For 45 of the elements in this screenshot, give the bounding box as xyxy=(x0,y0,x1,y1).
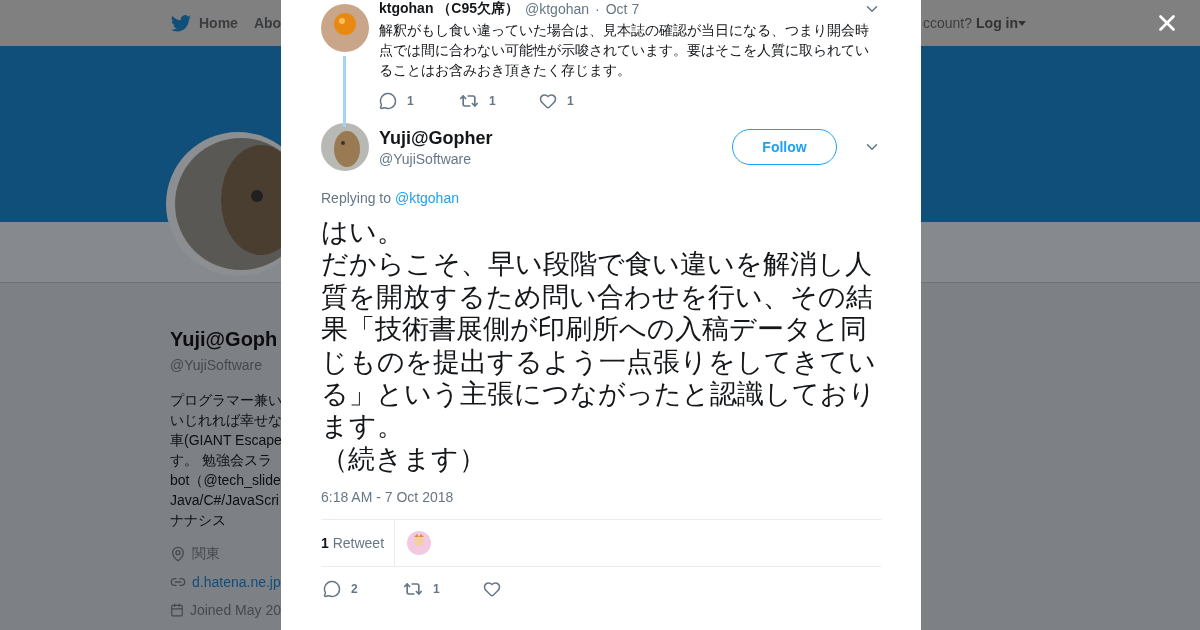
bio-line: す。 勉強会スラ xyxy=(170,451,273,470)
like-count: 1 xyxy=(567,94,574,108)
nav-link[interactable]: Home xyxy=(171,14,238,32)
follow-button[interactable]: Follow xyxy=(732,129,837,165)
tweet-text: 解釈がもし食い違っていた場合は、見本誌の確認が当日になる、つまり開会時点では間に合わない可能性が示唆されています。要はそこを人質に取られていることはお含みおき頂きたく存じます。 xyxy=(379,21,870,80)
bio-line: いじれれば幸せな xyxy=(170,411,281,430)
like-icon[interactable] xyxy=(539,92,557,110)
reply-count: 2 xyxy=(351,582,358,597)
bio-line: bot（@tech_slide xyxy=(170,471,281,490)
retweet-count: 1 xyxy=(489,94,496,108)
bio-line: Java/C#/JavaScri xyxy=(170,491,280,510)
like-icon[interactable] xyxy=(483,580,501,599)
thread-line xyxy=(343,56,346,127)
account-prompt: ccount? xyxy=(923,15,973,31)
retweet-stat[interactable]: 1 Retweet xyxy=(321,520,396,567)
replying-to: Replying to @ktgohan xyxy=(321,190,460,206)
reply-icon[interactable] xyxy=(323,580,341,599)
nav-link[interactable]: Abo xyxy=(253,15,282,31)
mention-link[interactable]: @ktgohan xyxy=(394,190,459,206)
bio-line: プログラマー兼い xyxy=(170,391,281,410)
author-name: ktgohan （C95欠席） xyxy=(379,0,519,18)
profile-name: Yuji@Goph xyxy=(170,328,279,351)
author-handle: @ktgohan xyxy=(525,1,590,17)
bio-line: ナナシス xyxy=(170,511,227,530)
calendar-icon xyxy=(170,602,184,618)
tweet-date: Oct 7 xyxy=(605,1,640,17)
reply-icon[interactable] xyxy=(379,92,397,110)
caret-icon xyxy=(1018,20,1027,26)
avatar xyxy=(321,123,369,171)
location-icon xyxy=(170,546,186,562)
profile-link[interactable]: d.hatena.ne.jp xyxy=(192,574,281,590)
tweet-text: はい。 だからこそ、早い段階で食い違いを解消し人質を開放するため問い合わせを行い、その結果「技術書展側が印刷所への入稿データと同じものを提出するよう一点張りをしてきている」という主張につながったと認識しております。 （続きます） xyxy=(321,216,877,476)
separator-dot: · xyxy=(595,1,600,17)
bird-icon xyxy=(171,14,191,32)
profile-handle: @YujiSoftware xyxy=(170,357,264,373)
author-name: Yuji@Gopher xyxy=(379,127,494,149)
bio-line: 車(GIANT Escape xyxy=(170,431,281,450)
profile-detail: Joined May 20 xyxy=(189,602,281,618)
tweet-timestamp: 6:18 AM - 7 Oct 2018 xyxy=(321,489,455,506)
login-link[interactable]: Log in xyxy=(976,15,1027,31)
profile-detail: 関東 xyxy=(192,545,220,563)
reply-count: 1 xyxy=(407,94,414,108)
retweet-count: 1 xyxy=(433,582,440,597)
author-handle: @YujiSoftware xyxy=(379,150,473,167)
avatar xyxy=(321,4,369,52)
